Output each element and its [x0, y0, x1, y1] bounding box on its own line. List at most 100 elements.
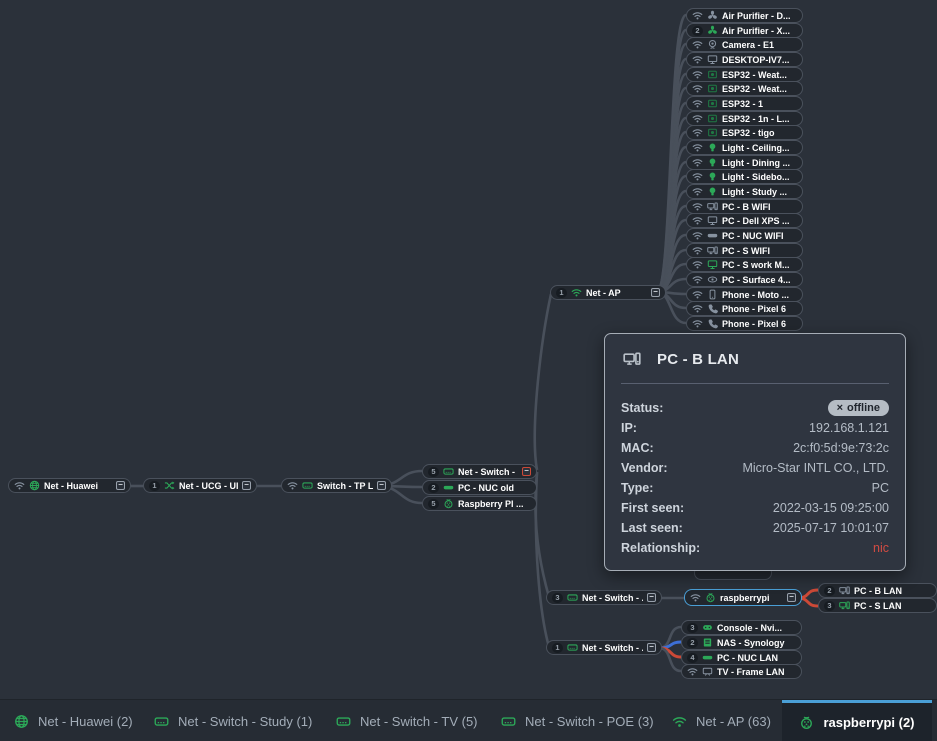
node-net-switch-top[interactable]: 5 Net - Switch - ... − — [422, 464, 537, 479]
node-pc-nuc-old[interactable]: 2 PC - NUC old — [422, 480, 537, 495]
ap-device-pill[interactable]: ESP32 - 1 — [686, 96, 803, 111]
ap-device-pill[interactable]: PC - B WIFI — [686, 199, 803, 214]
connection-count-badge: 5 — [428, 499, 439, 509]
group-tab[interactable]: Net - AP (63) — [666, 700, 777, 741]
group-tab-label: Net - Switch - POE (3) — [525, 714, 654, 729]
node-net-ucg[interactable]: 1 Net - UCG - Ul... − — [143, 478, 257, 493]
fan-icon — [707, 10, 718, 21]
node-label: Net - UCG - Ul... — [179, 481, 238, 491]
node-net-ap[interactable]: 1 Net - AP − — [550, 285, 666, 300]
group-tab[interactable]: Net - Switch - POE (3) — [495, 700, 660, 741]
connection-count-badge: 1 — [149, 481, 160, 491]
panel-row: Vendor:Micro-Star INTL CO., LTD. — [621, 458, 889, 478]
collapse-button[interactable]: − — [787, 593, 796, 602]
node-pc-s-lan[interactable]: 3 PC - S LAN — [818, 598, 937, 613]
group-tab-label: raspberrypi (2) — [823, 715, 914, 730]
connection-count-badge: 3 — [824, 601, 835, 611]
ap-device-pill[interactable]: Phone - Moto ... — [686, 287, 803, 302]
collapse-button[interactable]: − — [522, 467, 531, 476]
node-switch-tplink[interactable]: Switch - TP Li... − — [281, 478, 392, 493]
bulb-icon — [707, 171, 718, 182]
node-net-switch-mid[interactable]: 3 Net - Switch - ... − — [546, 590, 662, 605]
ap-device-pill[interactable]: PC - NUC WIFI — [686, 228, 803, 243]
ap-device-pill[interactable]: ESP32 - Weat... — [686, 67, 803, 82]
panel-row-value: 192.168.1.121 — [809, 421, 889, 435]
node-nas[interactable]: 2 NAS - Synology — [681, 635, 802, 650]
panel-row: First seen:2022-03-15 09:25:00 — [621, 498, 889, 518]
panel-row-value: ×offline — [828, 400, 889, 416]
node-label: ESP32 - Weat... — [722, 70, 797, 80]
collapse-button[interactable]: − — [647, 593, 656, 602]
ap-device-pill[interactable]: ESP32 - 1n - L... — [686, 111, 803, 126]
connection-count-badge: 3 — [552, 593, 563, 603]
ap-device-pill[interactable]: PC - Surface 4... — [686, 272, 803, 287]
node-pc-nuc-lan[interactable]: 4 PC - NUC LAN — [681, 650, 802, 665]
node-label: PC - NUC old — [458, 483, 531, 493]
switch-icon — [443, 466, 454, 477]
switch-icon — [567, 642, 578, 653]
ap-device-pill[interactable]: ESP32 - Weat... — [686, 81, 803, 96]
wifi-icon — [692, 69, 703, 80]
node-net-switch-bot[interactable]: 1 Net - Switch - ... − — [546, 640, 662, 655]
ap-device-pill[interactable]: 2Air Purifier - X... — [686, 23, 803, 38]
collapse-button[interactable]: − — [377, 481, 386, 490]
panel-title: PC - B LAN — [657, 351, 739, 368]
node-raspberry-pi[interactable]: 5 Raspberry PI ... — [422, 496, 537, 511]
wifi-icon — [692, 186, 703, 197]
collapse-button[interactable]: − — [116, 481, 125, 490]
ap-device-pill[interactable]: Light - Ceiling... — [686, 140, 803, 155]
group-tab[interactable]: Net - Switch - Study (1) — [148, 700, 318, 741]
status-badge: ×offline — [828, 400, 889, 416]
connection-count-badge: 5 — [428, 467, 439, 477]
ap-device-pill[interactable]: PC - S work M... — [686, 257, 803, 272]
panel-row-value: 2025-07-17 10:01:07 — [773, 521, 889, 535]
wifi-icon — [672, 714, 687, 729]
ap-device-pill[interactable]: ESP32 - tigo — [686, 125, 803, 140]
ap-device-pill[interactable]: Camera - E1 — [686, 37, 803, 52]
group-tab[interactable]: raspberrypi (2) — [782, 700, 932, 741]
ap-device-pill[interactable]: Light - Study ... — [686, 184, 803, 199]
ap-device-pill[interactable]: Air Purifier - D... — [686, 8, 803, 23]
ap-device-pill[interactable]: PC - Dell XPS ... — [686, 213, 803, 228]
ap-device-pill[interactable]: Light - Dining ... — [686, 155, 803, 170]
ap-device-pill[interactable]: Phone - Pixel 6 — [686, 316, 803, 331]
ap-device-pill[interactable]: PC - S WIFI — [686, 243, 803, 258]
ap-device-pill[interactable]: DESKTOP-IV7... — [686, 52, 803, 67]
chip-icon — [707, 127, 718, 138]
nas-icon — [702, 637, 713, 648]
group-tab[interactable]: Net - Huawei (2) — [8, 700, 139, 741]
ap-device-pill[interactable]: Phone - Pixel 6 — [686, 301, 803, 316]
node-label: Net - AP — [586, 288, 647, 298]
node-label: PC - Dell XPS ... — [722, 216, 797, 226]
node-label: Raspberry PI ... — [458, 499, 531, 509]
monitor-icon — [707, 54, 718, 65]
panel-row: IP:192.168.1.121 — [621, 418, 889, 438]
pc-icon — [707, 201, 718, 212]
group-tab[interactable]: Net - Switch - TV (5) — [330, 700, 484, 741]
panel-row-label: MAC: — [621, 441, 654, 455]
panel-row-value: nic — [873, 541, 889, 555]
wifi-icon — [692, 259, 703, 270]
chip-icon — [707, 83, 718, 94]
node-label: Phone - Moto ... — [722, 290, 797, 300]
group-tab-bar: Net - Huawei (2)Net - Switch - Study (1)… — [0, 699, 937, 741]
collapse-button[interactable]: − — [651, 288, 660, 297]
collapse-button[interactable]: − — [242, 481, 251, 490]
ap-device-pill[interactable]: Light - Sidebo... — [686, 169, 803, 184]
wifi-icon — [14, 480, 25, 491]
node-console[interactable]: 3 Console - Nvi... — [681, 620, 802, 635]
node-label: ESP32 - tigo — [722, 128, 797, 138]
wifi-icon — [692, 230, 703, 241]
node-label: PC - S work M... — [722, 260, 797, 270]
panel-divider — [621, 383, 889, 384]
nuc-icon — [702, 652, 713, 663]
node-pc-b-lan[interactable]: 2 PC - B LAN — [818, 583, 937, 598]
wifi-icon — [692, 303, 703, 314]
fan-icon — [707, 25, 718, 36]
node-raspberrypi-selected[interactable]: raspberrypi − — [684, 589, 802, 606]
panel-row-label: First seen: — [621, 501, 684, 515]
node-tv-frame-lan[interactable]: TV - Frame LAN — [681, 664, 802, 679]
bulb-icon — [707, 142, 718, 153]
collapse-button[interactable]: − — [647, 643, 656, 652]
node-net-huawei[interactable]: Net - Huawei − — [8, 478, 131, 493]
